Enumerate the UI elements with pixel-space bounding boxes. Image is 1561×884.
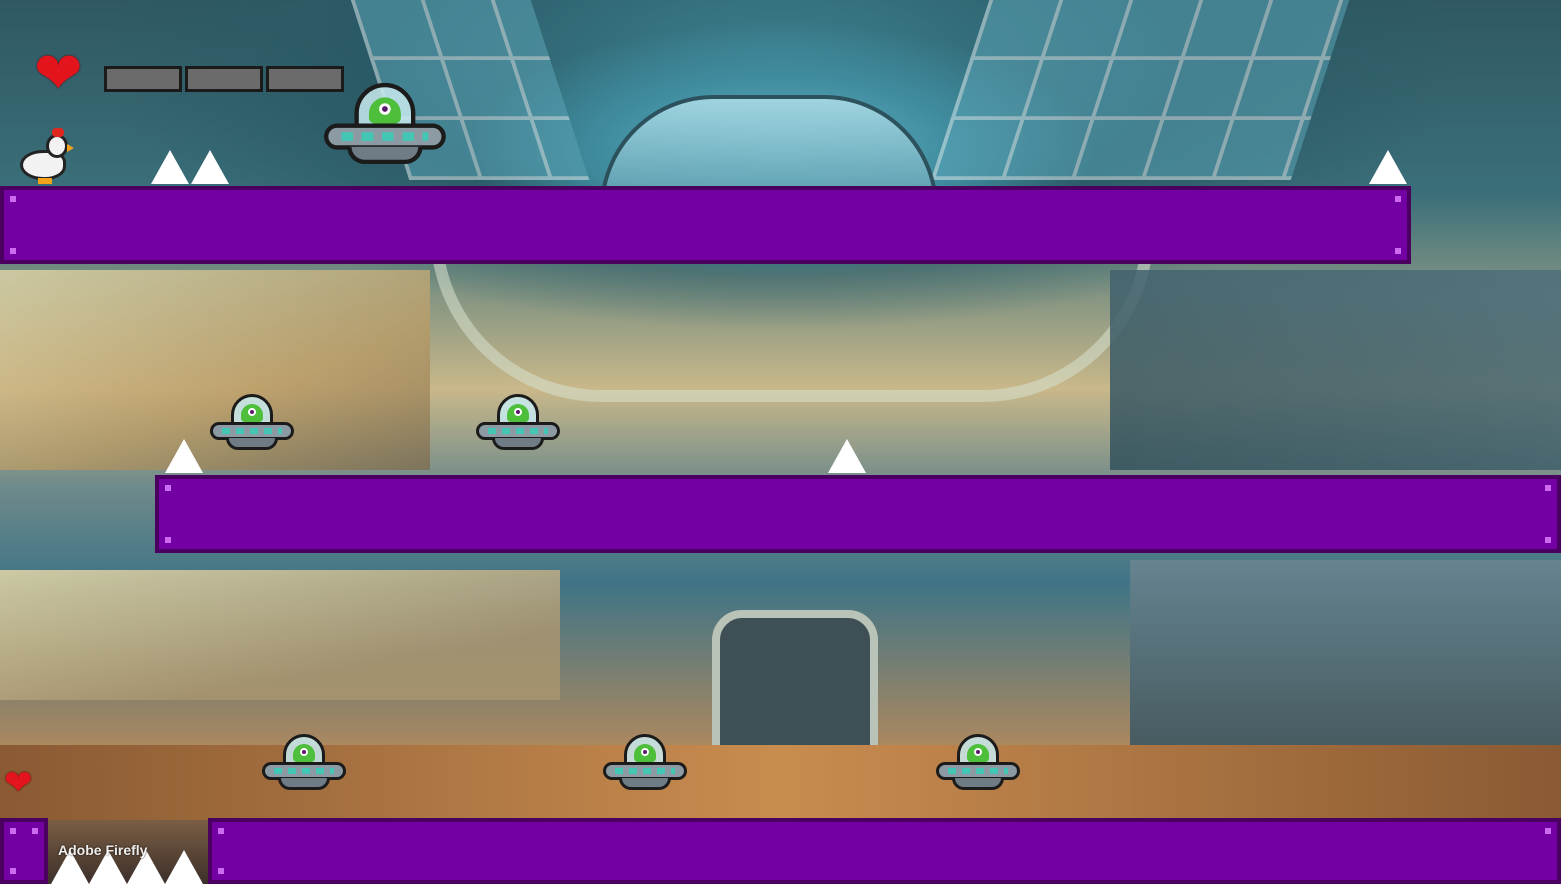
chicken-leg [38,178,52,184]
ufo-alien-icon [262,732,346,794]
background-console-left [0,570,560,700]
background-console-right [1130,560,1561,760]
health-bar [104,66,344,92]
spike-icon [151,150,189,184]
heart-icon: ❤ [4,763,33,803]
ufo-alien-icon [210,392,294,454]
health-segment [185,66,263,92]
ufo-alien-icon [476,392,560,454]
background-window-right [930,0,1350,180]
chicken-comb [52,128,64,137]
spike-icon [165,850,203,884]
spike-icon [1369,150,1407,184]
chicken-beak [67,144,74,152]
ufo-alien-icon [936,732,1020,794]
spike-icon [828,439,866,473]
platform [0,818,48,884]
ufo-alien-icon [324,80,446,170]
chicken-head [46,134,68,158]
chicken-player [16,128,74,186]
platform [155,475,1561,553]
platform [208,818,1561,884]
watermark: Adobe Firefly [58,842,148,858]
ufo-alien-icon [603,732,687,794]
background-panel-right [1110,270,1561,470]
heart-icon: ❤ [34,39,83,107]
background-door [712,610,878,761]
spike-icon [191,150,229,184]
background-floor [0,745,1561,820]
spike-icon [165,439,203,473]
health-segment [104,66,182,92]
platform [0,186,1411,264]
